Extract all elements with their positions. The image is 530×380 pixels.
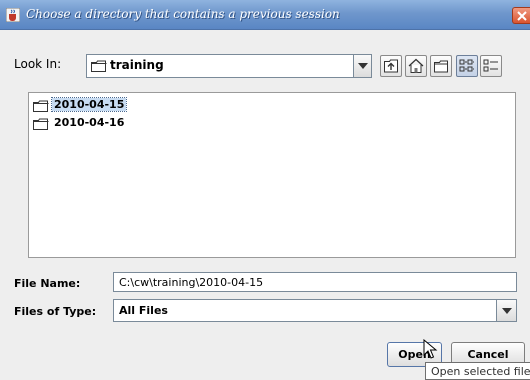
file-type-label: Files of Type: [14, 305, 97, 318]
look-in-label: Look In: [14, 57, 62, 71]
file-list[interactable]: 2010-04-15 2010-04-16 [28, 92, 516, 258]
chevron-down-icon [358, 63, 368, 69]
java-cup-icon [6, 8, 20, 22]
window-title: Choose a directory that contains a previ… [26, 7, 340, 21]
look-in-combo[interactable]: training [86, 54, 372, 78]
details-view-button[interactable] [480, 55, 502, 77]
folder-icon [33, 100, 49, 112]
new-folder-button[interactable] [430, 55, 452, 77]
mouse-cursor-icon [423, 339, 438, 359]
chevron-down-icon [502, 308, 512, 314]
file-type-combo[interactable]: All Files [113, 299, 517, 322]
home-button[interactable] [405, 55, 427, 77]
up-one-level-icon [384, 59, 398, 73]
tooltip: Open selected file [425, 362, 530, 380]
file-name-input[interactable] [113, 272, 517, 292]
details-view-icon [483, 59, 498, 72]
list-item-label: 2010-04-15 [50, 97, 128, 112]
list-item-label: 2010-04-16 [54, 116, 125, 129]
create-new-folder-icon [434, 60, 448, 73]
folder-icon [91, 60, 107, 72]
look-in-dropdown-arrow[interactable] [353, 54, 372, 78]
list-view-icon [459, 59, 474, 72]
title-bar[interactable]: Choose a directory that contains a previ… [0, 0, 530, 30]
close-button[interactable] [512, 7, 530, 24]
file-name-label: File Name: [14, 277, 81, 290]
up-one-level-button[interactable] [380, 55, 402, 77]
list-view-button[interactable] [456, 55, 478, 77]
file-type-value: All Files [119, 304, 168, 317]
look-in-value: training [110, 58, 164, 72]
close-icon [517, 11, 527, 21]
file-type-dropdown-arrow[interactable] [496, 299, 517, 322]
folder-icon [33, 118, 49, 130]
home-icon [408, 58, 424, 73]
